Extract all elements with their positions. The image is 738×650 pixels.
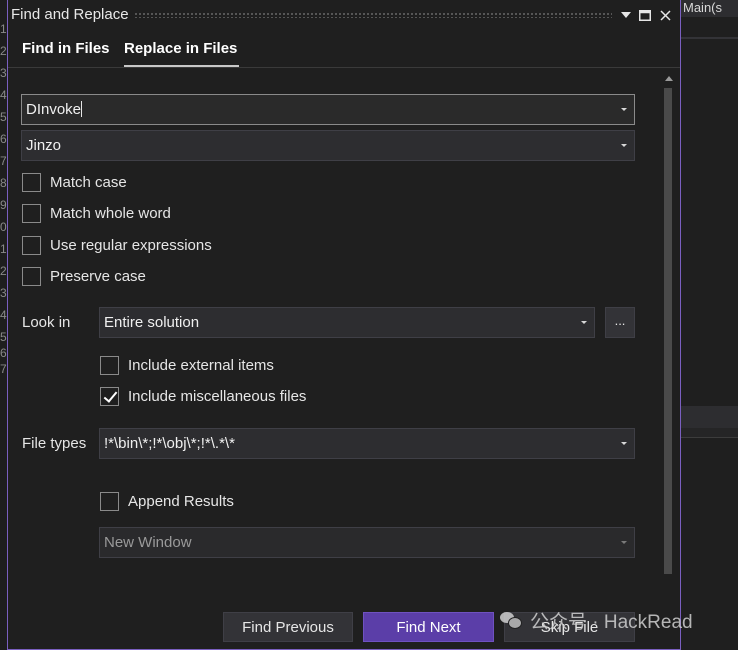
include-external-items-checkbox[interactable]: Include external items (100, 356, 274, 375)
editor-panel-strip (681, 428, 738, 438)
use-regex-checkbox[interactable]: Use regular expressions (22, 236, 212, 255)
scroll-up-icon[interactable] (665, 76, 673, 81)
checkbox-box[interactable] (22, 173, 41, 192)
preserve-case-checkbox[interactable]: Preserve case (22, 267, 146, 286)
line-number: 9 (0, 198, 7, 212)
dialog-content: DInvoke Jinzo Match case Match whole wor… (8, 68, 680, 650)
line-number: 4 (0, 308, 7, 322)
include-external-items-label: Include external items (128, 357, 274, 374)
include-misc-files-checkbox[interactable]: Include miscellaneous files (100, 387, 306, 406)
replace-with-value: Jinzo (26, 137, 62, 154)
file-types-value: !*\bin\*;!*\obj\*;!*\.*\* (104, 435, 235, 452)
dialog-tabs: Find in Files Replace in Files (8, 30, 680, 68)
look-in-value: Entire solution (104, 314, 200, 331)
dialog-titlebar[interactable]: Find and Replace (8, 0, 680, 30)
file-types-label: File types (22, 435, 87, 452)
line-number: 3 (0, 286, 7, 300)
maximize-icon[interactable] (635, 5, 655, 25)
file-types-combo[interactable]: !*\bin\*;!*\obj\*;!*\.*\* (99, 428, 635, 459)
find-what-value-wrap: DInvoke (26, 101, 83, 118)
append-results-label: Append Results (128, 493, 234, 510)
find-replace-dialog: Find and Replace Find in Files Replace i… (7, 0, 681, 650)
find-what-value: DInvoke (26, 101, 82, 118)
replace-with-combo[interactable]: Jinzo (21, 130, 635, 161)
results-window-value: New Window (104, 534, 192, 551)
append-results-checkbox[interactable]: Append Results (100, 492, 234, 511)
editor-tab-label[interactable]: Main(s (683, 0, 722, 15)
checkbox-box[interactable] (100, 356, 119, 375)
editor-panel-header (681, 406, 738, 428)
dropdown-menu-icon[interactable] (616, 5, 636, 25)
results-window-combo: New Window (99, 527, 635, 558)
find-previous-button[interactable]: Find Previous (223, 612, 353, 642)
close-icon[interactable] (655, 5, 675, 25)
line-number: 7 (0, 154, 7, 168)
watermark: 公众号 · HackRead (500, 606, 693, 634)
line-number: 2 (0, 264, 7, 278)
editor-divider (681, 37, 738, 39)
line-number: 5 (0, 110, 7, 124)
line-number: 1 (0, 242, 7, 256)
match-case-label: Match case (50, 174, 127, 191)
chevron-down-icon (621, 541, 627, 544)
include-misc-files-label: Include miscellaneous files (128, 388, 307, 405)
look-in-label: Look in (22, 314, 71, 331)
checkbox-box[interactable] (100, 492, 119, 511)
match-case-checkbox[interactable]: Match case (22, 173, 127, 192)
preserve-case-label: Preserve case (50, 268, 146, 285)
chevron-down-icon[interactable] (581, 321, 587, 324)
find-what-combo[interactable]: DInvoke (21, 94, 635, 125)
find-next-button[interactable]: Find Next (363, 612, 494, 642)
line-number: 5 (0, 330, 7, 344)
match-whole-word-label: Match whole word (50, 205, 171, 222)
editor-background: Main(s (681, 0, 738, 650)
checkbox-checked-box[interactable] (100, 387, 119, 406)
line-number: 8 (0, 176, 7, 190)
dialog-title: Find and Replace (11, 6, 129, 23)
checkbox-box[interactable] (22, 204, 41, 223)
line-number: 6 (0, 346, 7, 360)
chevron-down-icon[interactable] (621, 442, 627, 445)
line-number: 0 (0, 220, 7, 234)
scrollbar-thumb[interactable] (664, 88, 672, 574)
wechat-icon (500, 612, 522, 629)
use-regex-label: Use regular expressions (50, 237, 212, 254)
drag-grip[interactable] (134, 12, 612, 18)
line-number: 2 (0, 44, 7, 58)
match-whole-word-checkbox[interactable]: Match whole word (22, 204, 171, 223)
line-number: 1 (0, 22, 7, 36)
line-number: 3 (0, 66, 7, 80)
watermark-text: 公众号 · HackRead (530, 611, 693, 633)
browse-button[interactable]: ... (605, 307, 635, 338)
line-number: 6 (0, 132, 7, 146)
line-number: 7 (0, 362, 7, 376)
screen: 1 2 3 4 5 6 7 8 9 0 1 2 3 4 5 6 7 Main(s… (0, 0, 738, 650)
chevron-down-icon[interactable] (621, 144, 627, 147)
text-caret (81, 101, 83, 117)
editor-tab-bar: Main(s (681, 0, 738, 17)
tab-replace-in-files[interactable]: Replace in Files (124, 40, 240, 67)
look-in-combo[interactable]: Entire solution (99, 307, 595, 338)
tab-find-in-files[interactable]: Find in Files (22, 40, 110, 57)
chevron-down-icon[interactable] (621, 108, 627, 111)
checkbox-box[interactable] (22, 267, 41, 286)
checkbox-box[interactable] (22, 236, 41, 255)
vertical-scrollbar[interactable] (661, 68, 675, 650)
line-number: 4 (0, 88, 7, 102)
